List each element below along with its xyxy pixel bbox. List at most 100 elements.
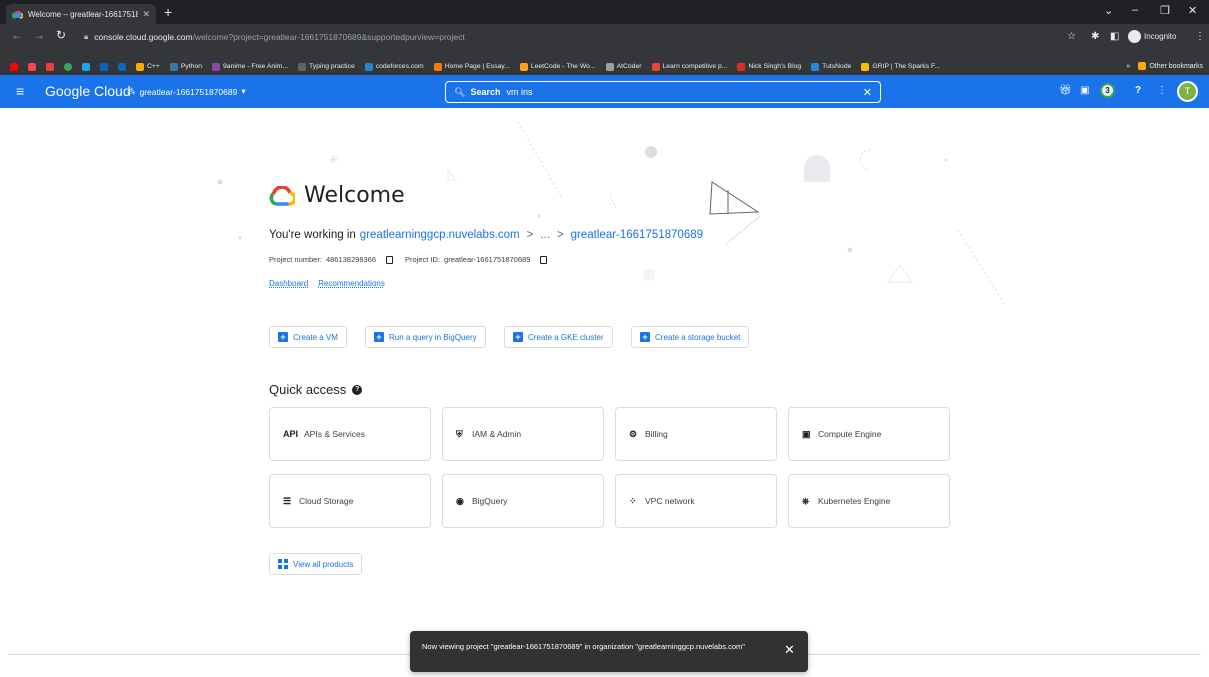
dashboard-link[interactable]: Dashboard: [269, 279, 308, 288]
restore-icon[interactable]: ❐: [1160, 4, 1170, 17]
bookmark-favicon-icon: [861, 62, 870, 71]
card-label: Kubernetes Engine: [818, 496, 891, 506]
org-link[interactable]: greatlearninggcp.nuvelabs.com: [360, 229, 520, 241]
bookmark-favicon-icon: [605, 62, 614, 71]
menu-icon[interactable]: ≡: [16, 84, 24, 98]
google-cloud-logo[interactable]: Google Cloud: [45, 83, 131, 99]
bookmark-item[interactable]: Typing practice: [298, 62, 355, 71]
forward-icon[interactable]: →: [33, 28, 45, 42]
quick-access-vpc-network[interactable]: ⁘ VPC network: [615, 474, 777, 528]
quick-access-title: Quick access: [269, 382, 347, 397]
more-options-icon[interactable]: ⋮: [1157, 85, 1167, 96]
search-input[interactable]: vm ins: [506, 87, 862, 97]
copy-icon[interactable]: [386, 255, 394, 264]
google-cloud-icon: [269, 185, 295, 206]
new-tab-icon[interactable]: +: [164, 4, 172, 20]
quick-access-iam-admin[interactable]: ⛨ IAM & Admin: [442, 407, 604, 461]
gmail-icon[interactable]: [46, 62, 54, 71]
patreon-icon[interactable]: [28, 62, 36, 71]
help-icon[interactable]: ?: [1135, 85, 1141, 96]
card-label: Cloud Storage: [299, 496, 354, 506]
run-bigquery-button[interactable]: + Run a query in BigQuery: [365, 326, 486, 348]
create-vm-button[interactable]: + Create a VM: [269, 326, 347, 348]
bookmark-item[interactable]: GRIP | The Sparks F...: [861, 62, 940, 71]
browser-menu-icon[interactable]: ⋮: [1195, 31, 1205, 42]
cloud-shell-icon[interactable]: ▣: [1080, 85, 1089, 96]
bookmark-item[interactable]: LeetCode - The Wo...: [519, 62, 596, 71]
bookmark-item[interactable]: Nick Singh's Blog: [737, 62, 801, 71]
bookmark-item[interactable]: 9anime - Free Anim...: [212, 62, 289, 71]
extensions-icon[interactable]: ✱: [1091, 31, 1099, 42]
bookmark-label: Typing practice: [309, 63, 355, 70]
youtube-icon[interactable]: [10, 62, 18, 71]
create-gke-cluster-button[interactable]: + Create a GKE cluster: [504, 326, 613, 348]
other-bookmarks-label: Other bookmarks: [1149, 62, 1203, 70]
button-label: Create a VM: [293, 332, 338, 342]
notifications-badge[interactable]: 3: [1100, 83, 1115, 98]
bookmark-item[interactable]: C++: [136, 62, 160, 71]
reload-icon[interactable]: ↻: [56, 28, 66, 42]
google-cloud-favicon: [12, 10, 23, 19]
other-bookmarks[interactable]: » Other bookmarks: [1126, 62, 1203, 70]
bookmark-star-icon[interactable]: ☆: [1067, 31, 1076, 42]
clear-search-icon[interactable]: ✕: [863, 86, 872, 99]
back-icon[interactable]: ←: [11, 28, 23, 42]
bookmark-item[interactable]: AtCoder: [605, 62, 642, 71]
avatar[interactable]: T: [1177, 81, 1198, 102]
quick-access-billing[interactable]: ⚙ Billing: [615, 407, 777, 461]
network-icon: ⁘: [629, 495, 637, 506]
shield-icon: ⛨: [456, 428, 463, 439]
bookmark-favicon-icon: [364, 62, 373, 71]
project-number-value: 486138298366: [325, 255, 377, 264]
bookmark-label: Learn competitive p...: [662, 63, 728, 70]
bookmark-label: codeforces.com: [375, 63, 424, 70]
snackbar: Now viewing project "greatlear-166175187…: [410, 631, 808, 672]
create-storage-bucket-button[interactable]: + Create a storage bucket: [631, 326, 750, 348]
decorative-background: ✳: [217, 121, 1006, 306]
recommendations-link[interactable]: Recommendations: [318, 279, 385, 288]
quick-access-compute-engine[interactable]: ▣ Compute Engine: [788, 407, 950, 461]
card-label: Billing: [645, 429, 668, 439]
view-all-products-button[interactable]: View all products: [269, 553, 363, 575]
bookmark-item[interactable]: Home Page | Essay...: [433, 62, 510, 71]
bookmark-item[interactable]: Python: [169, 62, 202, 71]
project-link[interactable]: greatlear-1661751870689: [571, 229, 703, 241]
tab-search-icon[interactable]: ⌄: [1104, 4, 1113, 17]
omnibox[interactable]: 🔒︎ console.cloud.google.com /welcome?pro…: [84, 29, 1084, 45]
linkedin-alt-icon[interactable]: [118, 62, 126, 71]
bookmark-favicon-icon: [651, 62, 660, 71]
copy-icon[interactable]: [540, 255, 548, 264]
linkedin-icon[interactable]: [100, 62, 108, 71]
close-icon[interactable]: ✕: [784, 643, 795, 657]
snackbar-message: Now viewing project "greatlear-166175187…: [422, 642, 745, 651]
bookmark-item[interactable]: TutsNode: [811, 62, 851, 71]
incognito-indicator[interactable]: Incognito: [1128, 30, 1176, 43]
quick-access-apis-services[interactable]: API APIs & Services: [269, 407, 431, 461]
search-bar[interactable]: 🔍︎ Search vm ins ✕: [445, 81, 881, 103]
plus-icon: +: [374, 332, 384, 342]
bookmark-label: 9anime - Free Anim...: [223, 63, 289, 70]
browser-tab[interactable]: Welcome – greatlear-16617518 ✕: [6, 4, 156, 24]
more-bookmarks-icon[interactable]: »: [1126, 63, 1130, 70]
bookmark-item[interactable]: Learn competitive p...: [651, 62, 728, 71]
minimize-icon[interactable]: –: [1132, 4, 1138, 16]
project-picker[interactable]: ⁂ greatlear-1661751870689 ▾: [127, 86, 246, 97]
lock-icon[interactable]: 🔒︎: [84, 32, 88, 42]
close-tab-icon[interactable]: ✕: [142, 9, 150, 20]
side-panel-icon[interactable]: ◧: [1110, 31, 1119, 42]
help-icon[interactable]: ?: [352, 384, 363, 395]
twitter-icon[interactable]: [82, 62, 90, 71]
bookmark-item[interactable]: codeforces.com: [364, 62, 424, 71]
project-picker-label: greatlear-1661751870689: [139, 86, 238, 97]
quick-access-kubernetes-engine[interactable]: ⎈ Kubernetes Engine: [788, 474, 950, 528]
project-tree-icon: ⁂: [127, 86, 136, 96]
quick-access-cloud-storage[interactable]: ☰ Cloud Storage: [269, 474, 431, 528]
bookmarks-bar: C++ Python 9anime - Free Anim... Typing pra…: [0, 58, 1209, 75]
quick-access-bigquery[interactable]: ◉ BigQuery: [442, 474, 604, 528]
svg-text:✳: ✳: [328, 153, 339, 168]
breadcrumb-ellipsis[interactable]: ...: [540, 229, 550, 241]
gift-icon[interactable]: 🎁︎: [1059, 85, 1072, 96]
bookmark-favicon-icon: [811, 62, 820, 71]
close-window-icon[interactable]: ✕: [1188, 4, 1197, 17]
chrome-icon[interactable]: [64, 62, 72, 71]
